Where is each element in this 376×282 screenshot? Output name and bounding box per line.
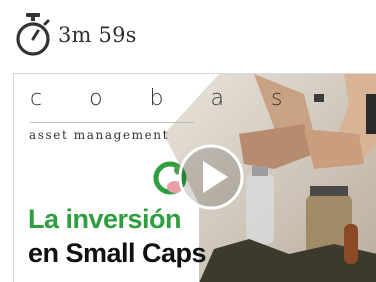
thumbnail-headline: La inversión en Small Caps [28,202,207,270]
brand-divider [30,122,194,123]
stopwatch-icon [14,12,52,58]
duration-text: 3m 59s [58,23,137,47]
brand-logo-text: c o b a s [30,86,303,111]
play-icon[interactable] [178,144,244,210]
headline-line-2: en Small Caps [28,238,207,268]
video-thumbnail[interactable]: c o b a s asset management La inversión … [13,73,376,282]
video-duration: 3m 59s [14,12,137,58]
brand-tagline: asset management [29,128,170,142]
